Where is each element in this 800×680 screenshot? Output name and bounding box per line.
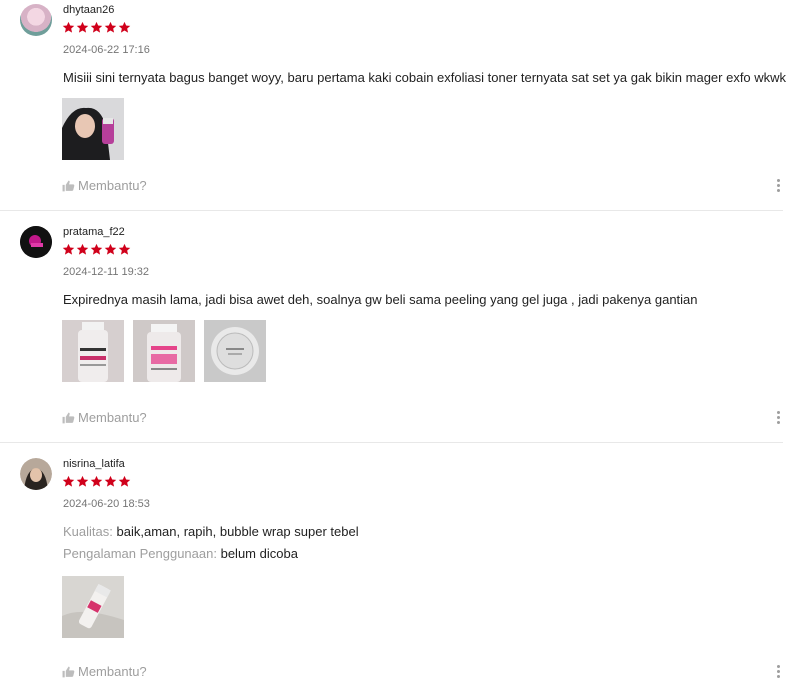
- star-icon: [118, 243, 131, 255]
- review-attribute-experience: Pengalaman Penggunaan: belum dicoba: [63, 546, 298, 562]
- avatar[interactable]: [20, 4, 52, 36]
- review-attribute-quality: Kualitas: baik,aman, rapih, bubble wrap …: [63, 524, 359, 540]
- photo-image: [62, 98, 124, 160]
- more-options-icon[interactable]: [777, 179, 781, 192]
- helpful-label: Membantu?: [78, 178, 147, 193]
- helpful-button[interactable]: Membantu?: [62, 178, 147, 194]
- review-comment: Misiii sini ternyata bagus banget woyy, …: [63, 70, 787, 85]
- star-icon: [118, 21, 131, 33]
- reviewer-username[interactable]: pratama_f22: [63, 226, 125, 239]
- photo-image: [204, 320, 266, 382]
- avatar[interactable]: [20, 226, 52, 258]
- review-date: 2024-06-20 18:53: [63, 498, 150, 510]
- review-media: [62, 576, 124, 638]
- star-icon: [76, 21, 89, 33]
- reviewer-username[interactable]: dhytaan26: [63, 4, 114, 17]
- helpful-button[interactable]: Membantu?: [62, 664, 147, 680]
- thumbs-up-icon: [62, 666, 75, 678]
- thumbs-up-icon: [62, 412, 75, 424]
- star-icon: [76, 243, 89, 255]
- star-icon: [104, 475, 117, 487]
- review-photo[interactable]: [62, 576, 124, 638]
- photo-image: [62, 576, 124, 638]
- attribute-value: belum dicoba: [220, 546, 298, 561]
- attribute-key: Pengalaman Penggunaan:: [63, 546, 217, 561]
- attribute-key: Kualitas:: [63, 524, 113, 539]
- helpful-label: Membantu?: [78, 410, 147, 425]
- review-photo[interactable]: [133, 320, 195, 382]
- star-rating: [62, 475, 131, 489]
- star-icon: [90, 21, 103, 33]
- review-date: 2024-06-22 17:16: [63, 44, 150, 56]
- thumbs-up-icon: [62, 180, 75, 192]
- star-icon: [90, 243, 103, 255]
- review-photo[interactable]: [62, 320, 124, 382]
- star-icon: [62, 243, 75, 255]
- star-icon: [118, 475, 131, 487]
- star-icon: [76, 475, 89, 487]
- review-item: dhytaan26 2024-06-22 17:16 Misiii sini t…: [0, 0, 787, 211]
- more-options-icon[interactable]: [777, 665, 781, 678]
- review-media: [62, 320, 266, 382]
- review-item: nisrina_latifa 2024-06-20 18:53 Kualitas…: [0, 454, 783, 680]
- helpful-label: Membantu?: [78, 664, 147, 679]
- reviewer-username[interactable]: nisrina_latifa: [63, 458, 125, 471]
- review-photo[interactable]: [62, 98, 124, 160]
- avatar-image: [20, 458, 52, 490]
- avatar[interactable]: [20, 458, 52, 490]
- star-icon: [104, 21, 117, 33]
- star-icon: [104, 243, 117, 255]
- star-icon: [62, 21, 75, 33]
- helpful-button[interactable]: Membantu?: [62, 410, 147, 426]
- star-rating: [62, 243, 131, 257]
- attribute-value: baik,aman, rapih, bubble wrap super tebe…: [116, 524, 359, 539]
- avatar-image: [20, 226, 52, 258]
- star-rating: [62, 21, 131, 35]
- more-options-icon[interactable]: [777, 411, 781, 424]
- review-item: pratama_f22 2024-12-11 19:32 Expirednya …: [0, 222, 783, 443]
- review-media: [62, 98, 124, 160]
- photo-image: [62, 320, 124, 382]
- review-photo[interactable]: [204, 320, 266, 382]
- star-icon: [90, 475, 103, 487]
- photo-image: [133, 320, 195, 382]
- review-comment: Expirednya masih lama, jadi bisa awet de…: [63, 292, 698, 307]
- review-date: 2024-12-11 19:32: [63, 266, 150, 278]
- star-icon: [62, 475, 75, 487]
